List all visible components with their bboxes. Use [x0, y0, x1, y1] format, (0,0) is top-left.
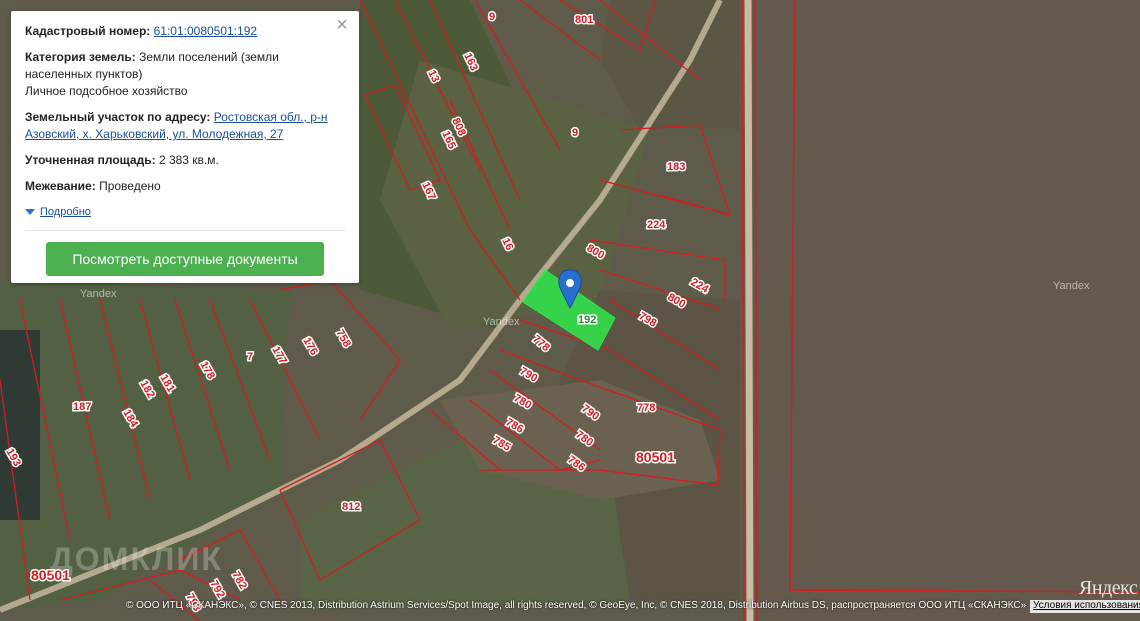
terms-of-use-link[interactable]: Условия использования — [1030, 600, 1140, 613]
survey-value: Проведено — [99, 179, 161, 193]
field-right-large — [755, 0, 1140, 621]
address-label: Земельный участок по адресу: — [25, 110, 211, 124]
map-copyright: © ООО ИТЦ «СКАНЭКС», © CNES 2013, Distri… — [126, 600, 1027, 611]
address-row: Земельный участок по адресу: Ростовская … — [25, 109, 345, 143]
plot-label: 801 — [575, 14, 593, 26]
plot-label: 224 — [647, 219, 666, 231]
survey-row: Межевание: Проведено — [25, 178, 345, 195]
plot-label: 9 — [572, 127, 578, 139]
area-row: Уточненная площадь: 2 383 кв.м. — [25, 152, 345, 169]
divider — [25, 230, 345, 231]
cadastral-number-link[interactable]: 61:01:0080501:192 — [154, 24, 257, 38]
plot-label: 9 — [489, 11, 495, 23]
details-toggle[interactable]: Подробно — [25, 206, 91, 218]
yandex-logo: Яндекс — [1079, 577, 1138, 599]
plot-label-block: 80501 — [636, 449, 675, 465]
triangle-down-icon — [25, 209, 35, 215]
plot-label: 778 — [637, 402, 655, 414]
plot-label: 7 — [247, 351, 253, 363]
land-category-label: Категория земель: — [25, 50, 136, 64]
plot-label: 812 — [342, 501, 360, 513]
area-value: 2 383 кв.м. — [158, 153, 219, 167]
cadastral-number-row: Кадастровый номер: 61:01:0080501:192 — [25, 23, 345, 40]
land-category-row: Категория земель: Земли поселений (земли… — [25, 49, 345, 100]
map-watermark: Yandex — [483, 316, 520, 328]
area-label: Уточненная площадь: — [25, 153, 156, 167]
plot-label: 187 — [73, 401, 91, 413]
land-usage-value: Личное подсобное хозяйство — [25, 84, 188, 98]
close-icon[interactable]: × — [333, 15, 351, 35]
highway — [744, 0, 754, 621]
map-watermark: Yandex — [80, 288, 117, 300]
selected-plot-label: 192 — [578, 314, 596, 326]
domclick-watermark: ДОМКЛИК — [50, 541, 223, 577]
map-watermark: Yandex — [1053, 280, 1090, 292]
details-toggle-label: Подробно — [40, 206, 91, 218]
cadastral-number-label: Кадастровый номер: — [25, 24, 151, 38]
cadastral-info-card: × Кадастровый номер: 61:01:0080501:192 К… — [11, 11, 359, 283]
survey-label: Межевание: — [25, 179, 96, 193]
plot-label: 183 — [667, 161, 685, 173]
view-documents-button[interactable]: Посмотреть доступные документы — [46, 242, 324, 276]
